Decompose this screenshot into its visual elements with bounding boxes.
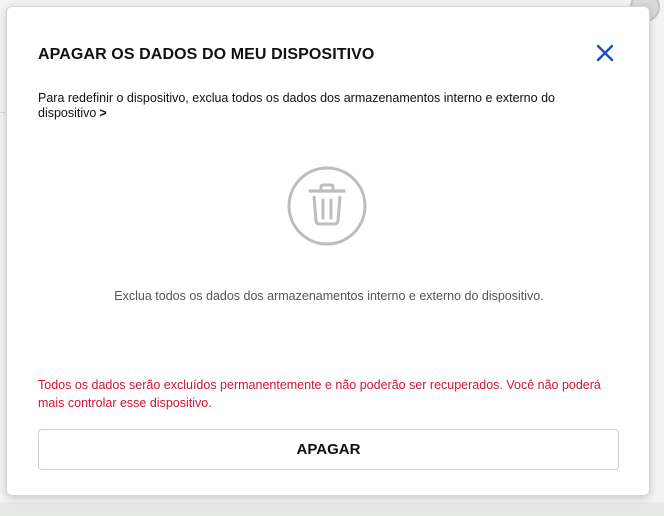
dialog-title: APAGAR OS DADOS DO MEU DISPOSITIVO	[38, 46, 375, 63]
trash-illustration	[287, 166, 367, 246]
erase-info-text: Exclua todos os dados dos armazenamentos…	[114, 289, 544, 303]
reset-device-link-text: Para redefinir o dispositivo, exclua tod…	[38, 91, 555, 120]
erase-device-dialog: APAGAR OS DADOS DO MEU DISPOSITIVO Para …	[6, 6, 650, 496]
chevron-right-icon: >	[99, 106, 107, 120]
permanent-deletion-warning: Todos os dados serão excluídos permanent…	[38, 378, 601, 410]
close-icon	[596, 44, 614, 62]
trash-icon	[287, 166, 367, 246]
dialog-description: Para redefinir o dispositivo, exclua tod…	[38, 91, 608, 121]
background-footer	[0, 502, 664, 516]
reset-device-link[interactable]: Para redefinir o dispositivo, exclua tod…	[38, 91, 555, 120]
close-button[interactable]	[593, 41, 617, 65]
apagar-button[interactable]: APAGAR	[38, 429, 619, 470]
